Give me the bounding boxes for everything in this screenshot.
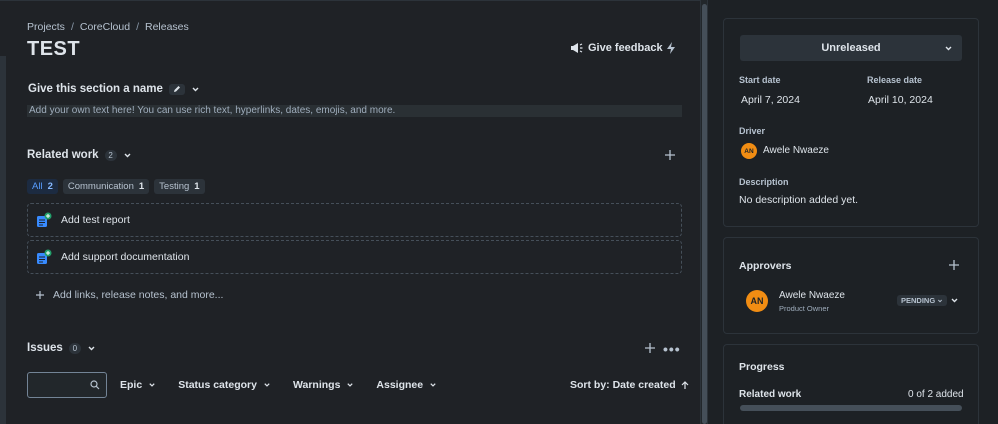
avatar: AN: [746, 290, 768, 312]
document-add-icon: [37, 212, 52, 227]
scrollbar-thumb[interactable]: [702, 4, 707, 424]
chevron-down-icon: [264, 383, 270, 387]
filter-chip-count: 1: [194, 181, 200, 192]
issues-heading[interactable]: Issues 0: [27, 342, 96, 354]
related-work-item-label: Add test report: [61, 214, 130, 226]
approval-status-label: PENDING: [901, 296, 936, 305]
lightning-bolt-icon[interactable]: [664, 41, 678, 55]
issues-count: 0: [68, 342, 81, 354]
approvers-title: Approvers: [739, 260, 792, 272]
page-title[interactable]: TEST: [27, 38, 80, 61]
chevron-down-icon[interactable]: [950, 296, 959, 305]
filter-epic[interactable]: Epic: [120, 379, 156, 391]
progress-card: Progress Related work 0 of 2 added: [723, 344, 979, 424]
sort-by-button[interactable]: Sort by: Date created: [570, 379, 689, 391]
filter-chip-all[interactable]: All 2: [27, 179, 58, 194]
related-work-item-support-docs[interactable]: Add support documentation: [27, 240, 682, 274]
add-issue-icon[interactable]: [643, 341, 657, 355]
related-work-item-label: Add support documentation: [61, 251, 190, 263]
main-scrollbar[interactable]: [700, 0, 708, 424]
give-feedback-label: Give feedback: [588, 42, 663, 54]
filter-label: Assignee: [376, 379, 424, 391]
related-work-item-test-report[interactable]: Add test report: [27, 203, 682, 237]
breadcrumb: Projects / CoreCloud / Releases: [27, 21, 189, 33]
chevron-down-icon: [945, 46, 952, 51]
start-date-value[interactable]: April 7, 2024: [741, 94, 800, 106]
add-links-label: Add links, release notes, and more...: [53, 289, 224, 301]
filter-warnings[interactable]: Warnings: [293, 379, 354, 391]
release-status-value: Unreleased: [821, 42, 881, 54]
approver-role: Product Owner: [779, 304, 830, 313]
issues-filter-row: Epic Status category Warnings Assignee: [120, 379, 437, 391]
chevron-down-icon: [430, 383, 436, 387]
description-value[interactable]: No description added yet.: [739, 194, 858, 206]
breadcrumb-releases[interactable]: Releases: [145, 21, 189, 33]
driver-name[interactable]: Awele Nwaeze: [763, 145, 829, 156]
megaphone-icon: [571, 43, 583, 53]
filter-status-category[interactable]: Status category: [178, 379, 271, 391]
approval-status-badge[interactable]: PENDING: [897, 295, 948, 306]
section-text-field[interactable]: Add your own text here! You can use rich…: [27, 105, 682, 117]
chevron-down-icon[interactable]: [123, 151, 132, 160]
approvers-card: Approvers AN Awele Nwaeze Product Owner …: [723, 237, 979, 334]
left-scrollbar[interactable]: [0, 56, 6, 424]
filter-label: Epic: [120, 379, 143, 391]
issues-title: Issues: [27, 342, 63, 354]
description-label: Description: [739, 177, 789, 187]
related-work-heading[interactable]: Related work 2: [27, 149, 132, 161]
release-status-select[interactable]: Unreleased: [740, 35, 962, 61]
progress-related-value: 0 of 2 added: [908, 389, 964, 400]
filter-assignee[interactable]: Assignee: [376, 379, 437, 391]
breadcrumb-separator: /: [70, 21, 74, 33]
filter-chip-communication[interactable]: Communication 1: [62, 179, 150, 194]
issues-search-input[interactable]: [27, 372, 107, 398]
progress-related-label: Related work: [739, 389, 802, 400]
breadcrumb-projects[interactable]: Projects: [27, 21, 65, 33]
sort-by-label: Sort by: Date created: [570, 379, 676, 391]
related-work-filters: All 2 Communication 1 Testing 1: [27, 179, 205, 194]
search-icon: [90, 380, 100, 390]
chevron-down-icon: [938, 299, 943, 302]
progress-title: Progress: [739, 361, 785, 373]
avatar: AN: [741, 143, 757, 159]
plus-icon: [36, 291, 44, 299]
start-date-label: Start date: [739, 75, 781, 85]
related-work-count: 2: [104, 149, 117, 161]
filter-chip-label: Testing: [159, 181, 190, 192]
filter-chip-testing[interactable]: Testing 1: [154, 179, 205, 194]
add-approver-icon[interactable]: [948, 259, 960, 271]
more-actions-icon[interactable]: •••: [663, 341, 681, 357]
filter-chip-count: 1: [138, 181, 145, 192]
details-card: Unreleased Start date April 7, 2024 Rele…: [723, 18, 979, 227]
release-date-label: Release date: [867, 75, 923, 85]
release-main-panel: Projects / CoreCloud / Releases TEST Giv…: [0, 0, 700, 424]
filter-label: Status category: [178, 379, 257, 391]
filter-chip-count: 2: [47, 181, 53, 192]
arrow-up-icon: [681, 380, 689, 389]
give-feedback-button[interactable]: Give feedback: [570, 42, 663, 54]
breadcrumb-corecloud[interactable]: CoreCloud: [80, 21, 130, 33]
related-work-title: Related work: [27, 149, 99, 161]
chevron-down-icon: [347, 383, 354, 387]
chevron-down-icon[interactable]: [87, 344, 96, 353]
add-related-work-icon[interactable]: [663, 148, 677, 162]
release-date-value[interactable]: April 10, 2024: [868, 94, 933, 106]
section-name-heading[interactable]: Give this section a name: [28, 83, 200, 95]
release-details-sidebar: Unreleased Start date April 7, 2024 Rele…: [708, 0, 998, 424]
add-links-button[interactable]: Add links, release notes, and more...: [35, 289, 223, 301]
edit-pencil-icon[interactable]: [168, 83, 185, 95]
document-add-icon: [37, 249, 52, 264]
section-name-label: Give this section a name: [28, 83, 163, 95]
filter-chip-label: All: [32, 181, 43, 192]
filter-chip-label: Communication: [67, 181, 134, 192]
chevron-down-icon: [149, 383, 155, 387]
filter-label: Warnings: [292, 379, 341, 391]
related-work-progress-bar: [740, 405, 962, 411]
chevron-down-icon[interactable]: [191, 85, 200, 94]
driver-label: Driver: [739, 126, 766, 136]
approver-name: Awele Nwaeze: [779, 290, 845, 301]
breadcrumb-separator: /: [136, 21, 139, 33]
